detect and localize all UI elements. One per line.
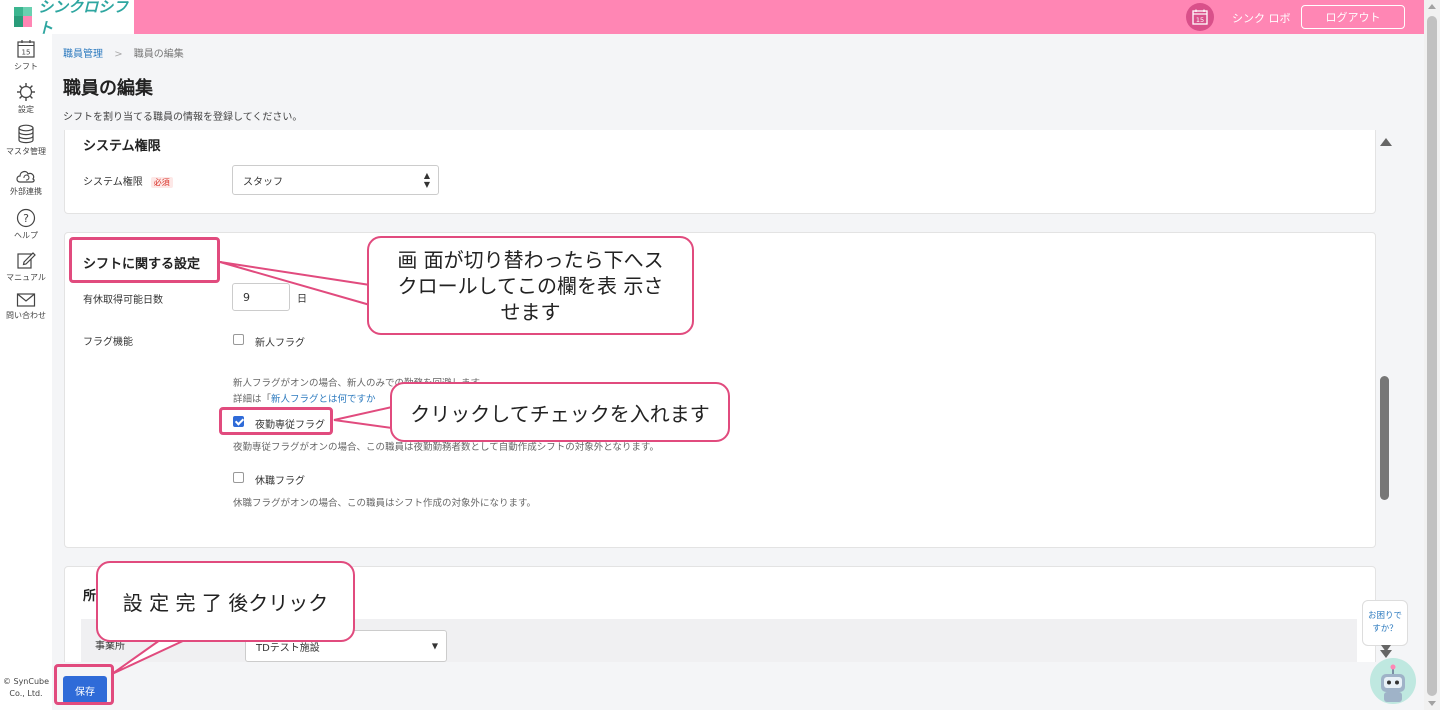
section-title-system: システム権限	[83, 139, 161, 154]
sidebar-item-label: 設定	[18, 105, 34, 114]
mail-icon	[16, 293, 36, 307]
system-permission-card: システム権限 システム権限 必須 スタッフ ▲ ▼	[64, 130, 1376, 214]
logo-text: シンクロシフト	[38, 0, 129, 37]
copyright: © SynCube Co., Ltd.	[2, 677, 50, 698]
night-shift-flag-label[interactable]: 夜勤専従フラグ	[255, 416, 325, 431]
flag-feature-label: フラグ機能	[83, 337, 133, 348]
required-badge: 必須	[150, 177, 173, 188]
question-icon: ?	[16, 208, 36, 228]
sidebar-item-external[interactable]: 外部連携	[0, 168, 52, 197]
edit-icon	[17, 252, 36, 269]
section-title-shift: シフトに関する設定	[83, 257, 201, 272]
updown-caret-icon: ▲ ▼	[423, 171, 430, 189]
callout-check-note: クリックしてチェックを入れます	[390, 382, 730, 442]
save-button[interactable]: 保存	[63, 676, 107, 704]
callout-save-note: 設 定 完 了 後クリック	[96, 561, 355, 642]
svg-text:?: ?	[23, 212, 29, 225]
robot-assistant-icon[interactable]	[1370, 658, 1416, 704]
newbie-flag-label[interactable]: 新人フラグ	[255, 334, 305, 349]
form-scrollbar[interactable]	[1378, 130, 1392, 662]
sidebar-item-label: マスタ管理	[6, 147, 46, 156]
logout-button[interactable]: ログアウト	[1301, 5, 1405, 29]
sidebar-item-label: 外部連携	[10, 187, 42, 196]
help-chat-bubble[interactable]: お困りで すか？	[1362, 600, 1408, 652]
paid-leave-unit: 日	[297, 294, 307, 305]
svg-text:15: 15	[22, 49, 31, 57]
calendar-badge-icon[interactable]: 15	[1186, 3, 1214, 31]
paid-leave-label: 有休取得可能日数	[83, 295, 163, 306]
logo-cube-icon	[12, 5, 32, 29]
system-permission-select[interactable]: スタッフ ▲ ▼	[232, 165, 439, 195]
svg-text:15: 15	[1196, 16, 1204, 24]
scroll-thumb[interactable]	[1380, 376, 1389, 500]
cloud-sync-icon	[16, 170, 35, 183]
gear-icon	[17, 83, 35, 101]
scroll-up-arrow-icon[interactable]	[1380, 138, 1392, 146]
paid-leave-days-input[interactable]: 9	[232, 283, 290, 311]
breadcrumb-parent-link[interactable]: 職員管理	[63, 49, 103, 60]
section-title-affiliation: 所	[83, 589, 97, 604]
sidebar: 15 シフト 設定 マスタ管理 外部連携 ? ヘルプ マニュアル 問い合わせ	[0, 34, 52, 710]
leave-flag-help: 休職フラグがオンの場合、この職員はシフト作成の対象外になります。	[233, 498, 537, 509]
sidebar-item-contact[interactable]: 問い合わせ	[0, 292, 52, 321]
newbie-flag-help-link-line: 詳細は「新人フラグとは何ですか	[233, 394, 376, 405]
top-bar: シンクロシフト 15 シンク ロボ ログアウト	[0, 0, 1424, 37]
breadcrumb-current: 職員の編集	[133, 49, 184, 60]
newbie-flag-checkbox[interactable]	[233, 334, 244, 345]
sidebar-item-master[interactable]: マスタ管理	[0, 124, 52, 157]
callout-scroll-note: 画 面が切り替わったら下へス クロールしてこの欄を表 示さ せます	[367, 236, 694, 335]
sidebar-item-help[interactable]: ? ヘルプ	[0, 208, 52, 241]
sidebar-item-label: ヘルプ	[14, 231, 38, 240]
user-name[interactable]: シンク ロボ	[1232, 10, 1291, 26]
sidebar-item-label: 問い合わせ	[6, 311, 46, 320]
sidebar-item-manual[interactable]: マニュアル	[0, 250, 52, 283]
page-title: 職員の編集	[63, 78, 153, 99]
leave-flag-label[interactable]: 休職フラグ	[255, 472, 305, 487]
leave-flag-checkbox[interactable]	[233, 472, 244, 483]
sidebar-item-shift[interactable]: 15 シフト	[0, 39, 52, 72]
app-logo[interactable]: シンクロシフト	[0, 0, 134, 37]
dropdown-caret-icon: ▼	[431, 641, 438, 651]
newbie-flag-help-link[interactable]: 新人フラグとは何ですか	[271, 394, 376, 405]
sidebar-item-settings[interactable]: 設定	[0, 82, 52, 115]
breadcrumb: 職員管理 > 職員の編集	[63, 45, 184, 60]
page-description: シフトを割り当てる職員の情報を登録してください。	[63, 112, 303, 123]
sidebar-item-label: マニュアル	[6, 273, 46, 282]
sidebar-item-label: シフト	[14, 62, 38, 71]
database-icon	[18, 124, 34, 144]
night-shift-flag-checkbox[interactable]	[233, 416, 244, 427]
system-permission-label: システム権限 必須	[83, 173, 173, 188]
window-scrollbar[interactable]	[1424, 0, 1440, 710]
breadcrumb-separator: >	[114, 49, 123, 60]
calendar-icon: 15	[17, 40, 35, 58]
